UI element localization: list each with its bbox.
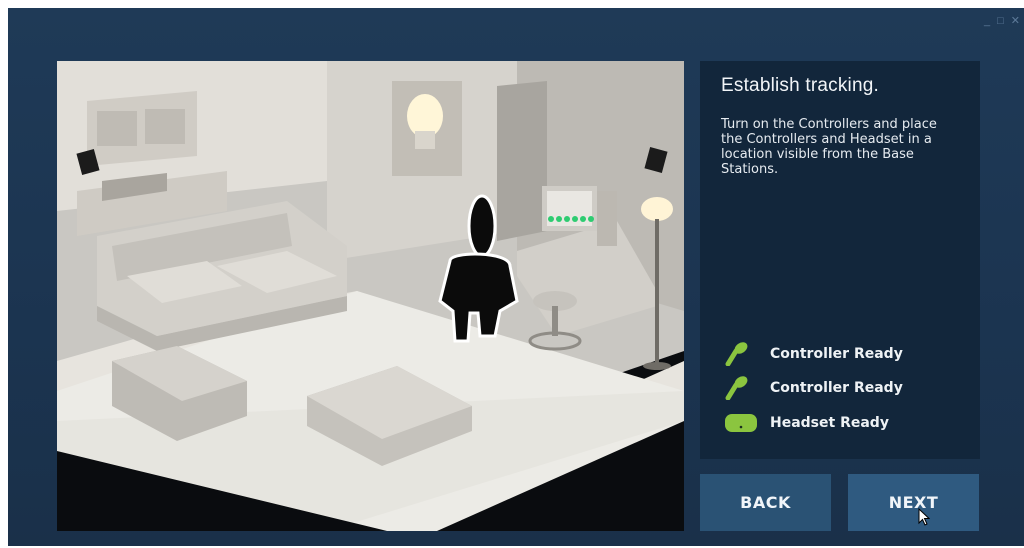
back-button[interactable]: BACK <box>700 474 831 531</box>
headset-icon <box>724 412 758 434</box>
window-controls: _ □ ✕ <box>984 16 1020 27</box>
maximize-button[interactable]: □ <box>997 16 1004 27</box>
headset-label: Headset Ready <box>770 415 889 431</box>
controller-icon <box>724 342 758 366</box>
panel-title: Establish tracking. <box>721 75 879 96</box>
room-illustration <box>57 61 684 531</box>
mouse-cursor-icon <box>918 507 931 531</box>
headset-status: Headset Ready <box>724 412 889 434</box>
close-button[interactable]: ✕ <box>1011 16 1020 27</box>
minimize-button[interactable]: _ <box>984 16 990 27</box>
controller-2-label: Controller Ready <box>770 380 903 396</box>
controller-2-status: Controller Ready <box>724 376 903 400</box>
controller-1-label: Controller Ready <box>770 346 903 362</box>
next-button[interactable]: NEXT <box>848 474 979 531</box>
setup-window: _ □ ✕ Establish tracking. Turn on the Co… <box>8 8 1024 546</box>
instructions-panel: Establish tracking. Turn on the Controll… <box>700 61 980 459</box>
panel-description: Turn on the Controllers and place the Co… <box>721 117 937 177</box>
controller-icon <box>724 376 758 400</box>
controller-1-status: Controller Ready <box>724 342 903 366</box>
